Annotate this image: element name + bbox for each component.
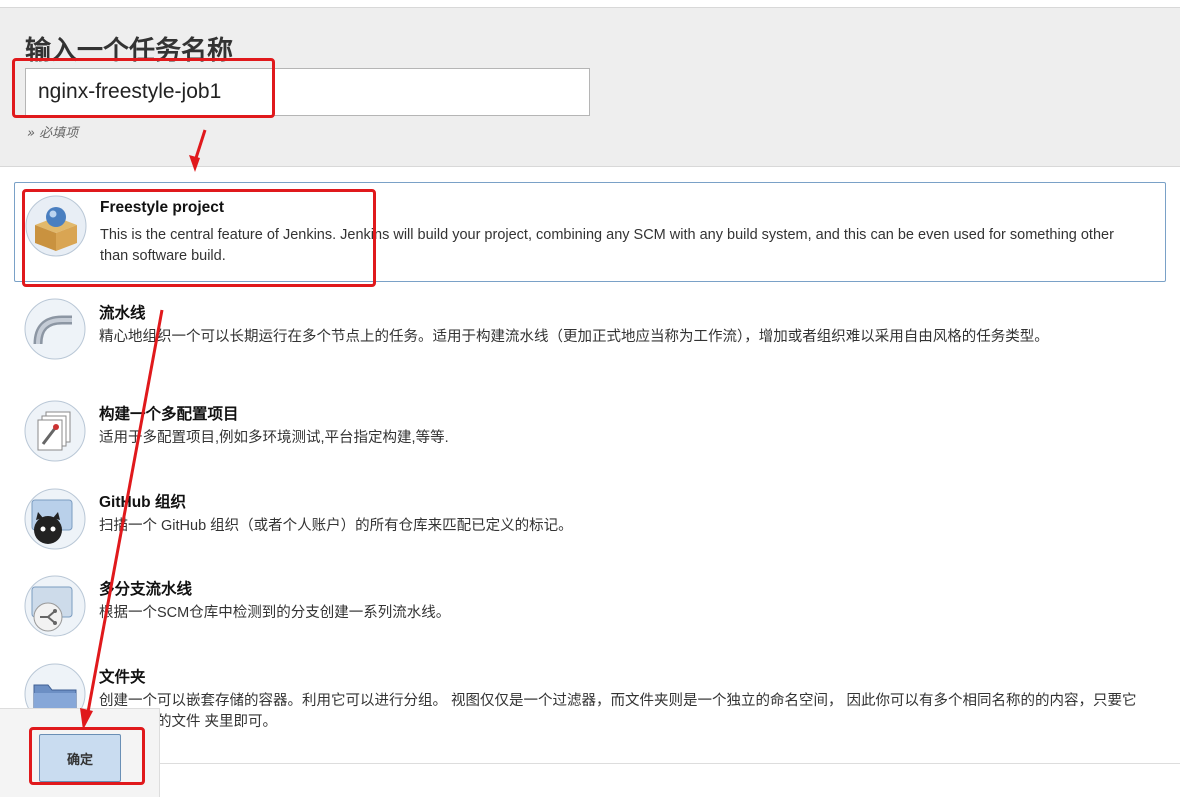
item-description: 精心地组织一个可以长期运行在多个节点上的任务。适用于构建流水线（更加正式地应当称… — [99, 329, 1049, 345]
github-org-icon — [24, 488, 86, 550]
item-description: 扫描一个 GitHub 组织（或者个人账户）的所有仓库来匹配已定义的标记。 — [99, 518, 573, 534]
item-description: 根据一个SCM仓库中检测到的分支创建一系列流水线。 — [99, 605, 451, 621]
item-multi-configuration[interactable]: 构建一个多配置项目 适用于多配置项目,例如多环境测试,平台指定构建,等等. — [14, 392, 1166, 472]
item-title: 多分支流水线 — [99, 581, 193, 598]
annotation-box-freestyle — [22, 189, 376, 287]
multi-config-icon — [24, 400, 86, 462]
item-folder[interactable]: 文件夹 创建一个可以嵌套存储的容器。利用它可以进行分组。 视图仅仅是一个过滤器，… — [14, 655, 1166, 745]
item-description: 创建一个可以嵌套存储的容器。利用它可以进行分组。 视图仅仅是一个过滤器，而文件夹… — [99, 693, 1137, 730]
divider — [160, 763, 1180, 764]
item-multibranch-pipeline[interactable]: 多分支流水线 根据一个SCM仓库中检测到的分支创建一系列流水线。 — [14, 567, 1166, 647]
item-title: 构建一个多配置项目 — [99, 406, 239, 423]
item-title: 文件夹 — [99, 669, 146, 686]
pipeline-icon — [24, 298, 86, 360]
item-title: GitHub 组织 — [99, 494, 186, 511]
item-github-organization[interactable]: GitHub 组织 扫描一个 GitHub 组织（或者个人账户）的所有仓库来匹配… — [14, 480, 1166, 560]
item-description: 适用于多配置项目,例如多环境测试,平台指定构建,等等. — [99, 430, 449, 446]
item-title: 流水线 — [99, 305, 146, 322]
annotation-box-name — [12, 58, 275, 118]
item-pipeline[interactable]: 流水线 精心地组织一个可以长期运行在多个节点上的任务。适用于构建流水线（更加正式… — [14, 290, 1166, 380]
required-note: » 必填项 — [27, 126, 79, 141]
annotation-box-ok — [29, 727, 145, 785]
multibranch-icon — [24, 575, 86, 637]
